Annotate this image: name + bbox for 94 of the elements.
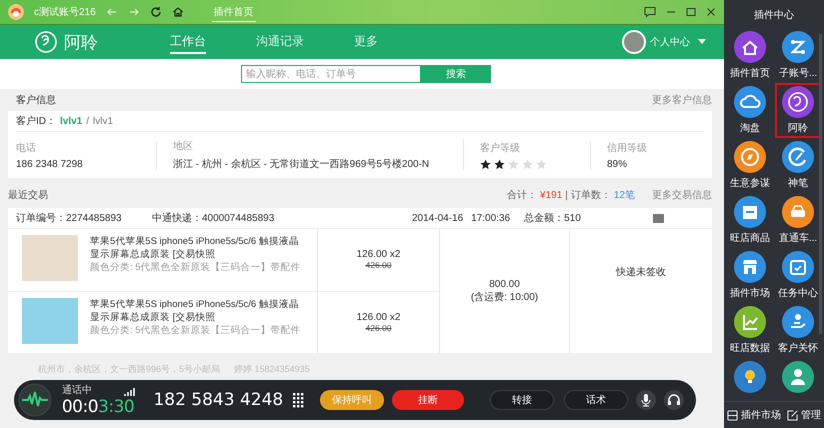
panel-icon[interactable] (727, 410, 738, 420)
photo-placeholder (22, 235, 78, 281)
call-action-button[interactable]: 话术 (564, 390, 628, 410)
phone-label: 电话 (16, 142, 37, 154)
customer-id: lvlv1 (60, 116, 82, 126)
sidebar-title: 插件中心 (754, 8, 794, 23)
phone-number: 182 5843 4248 (153, 390, 284, 410)
ear-logo-icon (782, 86, 814, 118)
headset-icon[interactable] (664, 390, 684, 410)
unit-price: 126.00 x2 (356, 249, 400, 260)
empty-star-icon (508, 158, 519, 170)
shipping-fee: (含运费: 10:00) (470, 290, 538, 304)
plugin-item[interactable]: 神笔 (775, 138, 821, 193)
product-title[interactable]: 苹果5代苹果5S iphone5 iPhone5s/5c/6 触摸液晶显示屏幕总成原装 [交易快照 (90, 235, 303, 261)
hand-person-icon (782, 306, 814, 338)
total-label: 合计： (507, 188, 538, 202)
plugin-item[interactable]: 直通车... (775, 193, 821, 248)
plugin-item[interactable]: 生意参谋 (727, 138, 773, 193)
refresh-icon[interactable] (150, 6, 162, 18)
avatar-placeholder[interactable] (622, 30, 646, 54)
product-spec: 颜色分类: 5代黑色全新原装【三码合一】带配件 (90, 261, 302, 274)
delivery-status: 快递未签收 (616, 267, 666, 278)
avatar-icon (8, 4, 24, 20)
ear-logo-icon (34, 30, 58, 54)
signal-icon (124, 386, 136, 396)
total-amount: ¥191 (540, 190, 562, 200)
call-status: 通话中 (62, 384, 92, 396)
store-box-icon (734, 196, 766, 228)
customer-level-label: 客户等级 (480, 142, 521, 154)
separator-slash: / (86, 116, 90, 126)
call-action-button[interactable]: 转接 (490, 390, 554, 410)
plugin-item[interactable]: 插件首页 (727, 28, 773, 83)
person-icon (782, 361, 814, 393)
credit-value: 89% (607, 158, 628, 170)
order-count: 12笔 (614, 189, 635, 202)
region-label: 地区 (173, 140, 194, 153)
account-name: c测试账号216 (34, 6, 96, 19)
plugin-item[interactable]: 子账号... (775, 28, 821, 83)
compass-icon (734, 141, 766, 173)
filled-star-icon (480, 158, 491, 170)
product-title[interactable]: 苹果5代苹果5S iphone5 iPhone5s/5c/6 触摸液晶显示屏幕总成原装 [交易快照 (90, 298, 303, 324)
bulb-icon (734, 361, 766, 393)
summary-divider: | (565, 190, 568, 200)
express-number: 中通快递：4000074485893 (152, 212, 276, 225)
region-address: 浙江 - 杭州 - 余杭区 - 无常街道文一西路969号5号楼200-N (173, 158, 430, 171)
plugin-item[interactable]: 插件市场 (727, 248, 773, 303)
voice-wave-icon (18, 383, 52, 417)
call-timer: 00:03:30 (62, 396, 136, 418)
order-count-label: 订单数： (570, 188, 611, 202)
id-label: 客户ID： (16, 114, 56, 128)
product-spec: 颜色分类: 5代黑色全新原装【三码合一】带配件 (90, 324, 302, 336)
square-icon[interactable] (653, 214, 664, 222)
house-icon (734, 31, 766, 63)
plugin-item[interactable]: 客户关怀 (775, 303, 821, 358)
plugin-item[interactable]: 旺店商品 (727, 193, 773, 248)
cloud-icon (734, 86, 766, 118)
line-chart-icon (734, 306, 766, 338)
footer-link[interactable]: 管理 (801, 408, 821, 422)
photo-placeholder (22, 298, 78, 344)
dropdown-caret-icon[interactable] (698, 39, 706, 45)
plugin-item[interactable]: 任务中心 (775, 248, 821, 303)
edit-icon[interactable] (787, 410, 798, 420)
unit-price: 126.00 x2 (356, 312, 400, 323)
pen-icon (782, 141, 814, 173)
microphone-icon[interactable] (636, 390, 656, 410)
order-number: 订单编号：2274485893 (16, 212, 123, 225)
plugin-item[interactable]: 淘盘 (727, 83, 773, 138)
section-title: 最近交易 (8, 188, 49, 202)
empty-star-icon (536, 158, 547, 170)
calendar-icon (782, 251, 814, 283)
search-field[interactable]: 输入昵称、电话、订单号 (241, 65, 421, 83)
link-nodes-icon (782, 31, 814, 63)
original-price: 426.00 (366, 260, 392, 270)
brand-name: 阿聆 (64, 32, 99, 54)
close-icon[interactable] (706, 7, 716, 17)
section-title: 客户信息 (16, 94, 56, 107)
phone-number: 186 2348 7298 (16, 158, 84, 170)
customer-nickname: lvlv1 (93, 116, 114, 126)
plugin-item[interactable]: 旺店数据 (727, 303, 773, 358)
chat-icon[interactable] (644, 6, 656, 18)
order-date: 2014-04-16 (412, 212, 464, 224)
order-total: 800.00 (489, 278, 520, 290)
footer-link[interactable]: 插件市场 (741, 408, 781, 422)
filled-star-icon (494, 158, 505, 170)
home-icon[interactable] (172, 6, 184, 18)
maximize-icon[interactable] (686, 7, 696, 17)
original-price: 426.00 (366, 322, 392, 333)
credit-level-label: 信用等级 (607, 142, 648, 154)
keypad-icon[interactable] (293, 392, 304, 408)
shop-icon (734, 251, 766, 283)
hang-up-button[interactable]: 挂断 (392, 390, 464, 410)
order-amount: 总金额：510 (524, 212, 581, 225)
empty-star-icon (522, 158, 533, 170)
order-time: 17:00:36 (471, 212, 510, 224)
